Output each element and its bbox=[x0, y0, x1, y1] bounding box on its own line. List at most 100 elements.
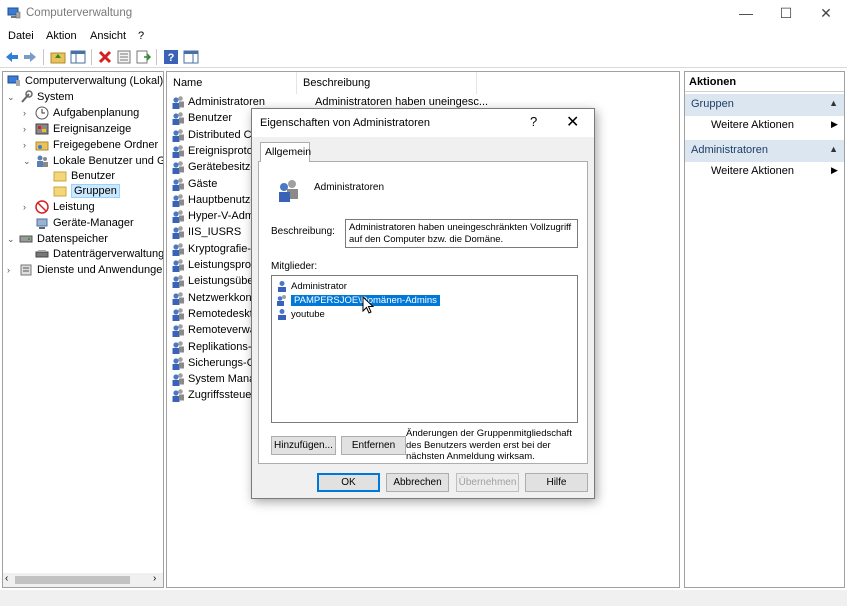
action-weitere-aktionen[interactable]: Weitere Aktionen ▶ bbox=[711, 119, 838, 131]
console-tree: Computerverwaltung (Lokal) ⌄ System › Au… bbox=[2, 71, 164, 588]
membership-note: Änderungen der Gruppenmitgliedschaft des… bbox=[406, 428, 572, 462]
tree-item-datentraegerverwaltung[interactable]: Datenträgerverwaltung bbox=[23, 246, 163, 262]
apply-button[interactable]: Übernehmen bbox=[456, 473, 519, 492]
tree-item-datenspeicher[interactable]: ⌄ Datenspeicher bbox=[7, 231, 108, 247]
tree-item-computerverwaltung[interactable]: Computerverwaltung (Lokal) bbox=[5, 73, 163, 89]
tree-item-benutzer[interactable]: Benutzer bbox=[41, 168, 115, 184]
help-icon[interactable]: ? bbox=[163, 49, 179, 65]
group-icon bbox=[172, 356, 184, 370]
export-icon[interactable] bbox=[135, 49, 151, 65]
disk-management-icon bbox=[35, 250, 49, 258]
folder-icon bbox=[53, 186, 67, 197]
group-icon bbox=[279, 180, 298, 202]
group-icon bbox=[172, 210, 184, 224]
group-icon bbox=[172, 161, 184, 175]
forward-icon[interactable] bbox=[22, 49, 38, 65]
action-weitere-aktionen[interactable]: Weitere Aktionen ▶ bbox=[711, 165, 838, 177]
members-label: Mitglieder: bbox=[271, 261, 318, 272]
properties-icon[interactable] bbox=[116, 49, 132, 65]
storage-icon bbox=[19, 235, 33, 243]
toolbar: ? bbox=[0, 46, 847, 68]
window-titlebar: Computerverwaltung — ☐ ✕ bbox=[0, 0, 847, 28]
tree-item-leistung[interactable]: › Leistung bbox=[23, 199, 95, 215]
column-header-description[interactable]: Beschreibung bbox=[297, 72, 477, 94]
cancel-button[interactable]: Abbrechen bbox=[386, 473, 449, 492]
back-icon[interactable] bbox=[4, 49, 20, 65]
tab-allgemein[interactable]: Allgemein bbox=[260, 142, 311, 162]
scroll-left-icon[interactable]: ‹ bbox=[5, 573, 8, 584]
chevron-down-icon[interactable]: ⌄ bbox=[7, 92, 17, 103]
tree-item-freigegebene-ordner[interactable]: › Freigegebene Ordner bbox=[23, 137, 158, 153]
dialog-help-button[interactable]: ? bbox=[530, 114, 537, 129]
menu-bar: Datei Aktion Ansicht ? bbox=[0, 28, 847, 46]
tree-item-ereignisanzeige[interactable]: › Ereignisanzeige bbox=[23, 121, 131, 137]
collapse-up-icon[interactable]: ▲ bbox=[829, 98, 838, 108]
chevron-right-icon[interactable]: › bbox=[23, 140, 33, 150]
toolbar-separator bbox=[91, 49, 92, 65]
tree-item-lokale-benutzer[interactable]: ⌄ Lokale Benutzer und Gr bbox=[23, 153, 163, 169]
group-name: Administratoren bbox=[314, 182, 385, 193]
help-button[interactable]: Hilfe bbox=[525, 473, 588, 492]
toolbar-separator bbox=[156, 49, 157, 65]
close-window-button[interactable]: ✕ bbox=[806, 0, 846, 28]
member-item-administrator[interactable]: Administrator bbox=[276, 279, 347, 293]
tree-item-dienste[interactable]: › Dienste und Anwendungen bbox=[7, 262, 163, 278]
chevron-down-icon[interactable]: ⌄ bbox=[7, 234, 17, 245]
group-icon bbox=[172, 275, 184, 289]
actions-pane: Aktionen Gruppen ▲ Weitere Aktionen ▶ Ad… bbox=[684, 71, 845, 588]
group-icon bbox=[172, 291, 184, 305]
menu-ansicht[interactable]: Ansicht bbox=[90, 30, 126, 42]
window-title: Computerverwaltung bbox=[26, 7, 133, 19]
add-member-button[interactable]: Hinzufügen... bbox=[271, 436, 336, 455]
dialog-close-button[interactable]: ✕ bbox=[566, 112, 579, 132]
group-icon bbox=[277, 295, 286, 306]
shared-folder-icon bbox=[35, 141, 49, 151]
device-manager-icon bbox=[36, 218, 48, 229]
computer-management-icon bbox=[7, 7, 21, 19]
member-item-youtube[interactable]: youtube bbox=[276, 307, 325, 321]
chevron-down-icon[interactable]: ⌄ bbox=[23, 156, 33, 167]
actions-title: Aktionen bbox=[685, 72, 844, 92]
chevron-right-icon[interactable]: › bbox=[7, 265, 17, 275]
column-header-name[interactable]: Name bbox=[167, 72, 297, 94]
properties-dialog: Eigenschaften von Administratoren ? ✕ Al… bbox=[251, 108, 595, 499]
tree-item-gruppen[interactable]: Gruppen bbox=[41, 183, 120, 199]
chevron-right-icon[interactable]: › bbox=[23, 108, 33, 118]
tree-item-aufgabenplanung[interactable]: › Aufgabenplanung bbox=[23, 105, 139, 121]
ok-button[interactable]: OK bbox=[317, 473, 380, 492]
menu-aktion[interactable]: Aktion bbox=[46, 30, 77, 42]
computer-management-icon bbox=[7, 75, 20, 86]
group-icon bbox=[172, 145, 184, 158]
action-group-administratoren[interactable]: Administratoren ▲ bbox=[685, 140, 844, 162]
maximize-button[interactable]: ☐ bbox=[766, 0, 806, 28]
delete-icon[interactable] bbox=[97, 49, 113, 65]
group-icon bbox=[172, 389, 184, 403]
remove-member-button[interactable]: Entfernen bbox=[341, 436, 406, 455]
tree-horizontal-scrollbar[interactable]: ‹ › bbox=[3, 573, 163, 587]
minimize-button[interactable]: — bbox=[726, 0, 766, 28]
group-icon bbox=[172, 373, 184, 387]
scrollbar-thumb[interactable] bbox=[15, 576, 130, 584]
group-icon bbox=[172, 128, 184, 142]
tree-item-system[interactable]: ⌄ System bbox=[7, 89, 74, 105]
toolbar-separator bbox=[43, 49, 44, 65]
group-icon bbox=[172, 96, 184, 109]
tree-item-geraete-manager[interactable]: Geräte-Manager bbox=[23, 215, 134, 231]
up-folder-icon[interactable] bbox=[50, 49, 66, 65]
scroll-right-icon[interactable]: › bbox=[153, 573, 156, 584]
group-icon bbox=[172, 112, 184, 126]
pane-icon[interactable] bbox=[183, 49, 199, 65]
chevron-right-icon[interactable]: › bbox=[23, 202, 33, 212]
group-icon bbox=[172, 177, 184, 191]
members-list[interactable]: Administrator PAMPERSJOE\Domänen-Admins … bbox=[271, 275, 578, 423]
member-item-domaenen-admins[interactable]: PAMPERSJOE\Domänen-Admins bbox=[276, 293, 440, 307]
menu-datei[interactable]: Datei bbox=[8, 30, 34, 42]
show-tree-icon[interactable] bbox=[70, 49, 86, 65]
system-tools-icon bbox=[21, 90, 33, 103]
chevron-right-icon[interactable]: › bbox=[23, 124, 33, 134]
action-group-gruppen[interactable]: Gruppen ▲ bbox=[685, 94, 844, 116]
collapse-up-icon[interactable]: ▲ bbox=[829, 144, 838, 154]
description-field[interactable]: Administratoren haben uneingeschränkten … bbox=[345, 219, 578, 248]
description-label: Beschreibung: bbox=[271, 226, 335, 237]
menu-help[interactable]: ? bbox=[138, 30, 144, 42]
